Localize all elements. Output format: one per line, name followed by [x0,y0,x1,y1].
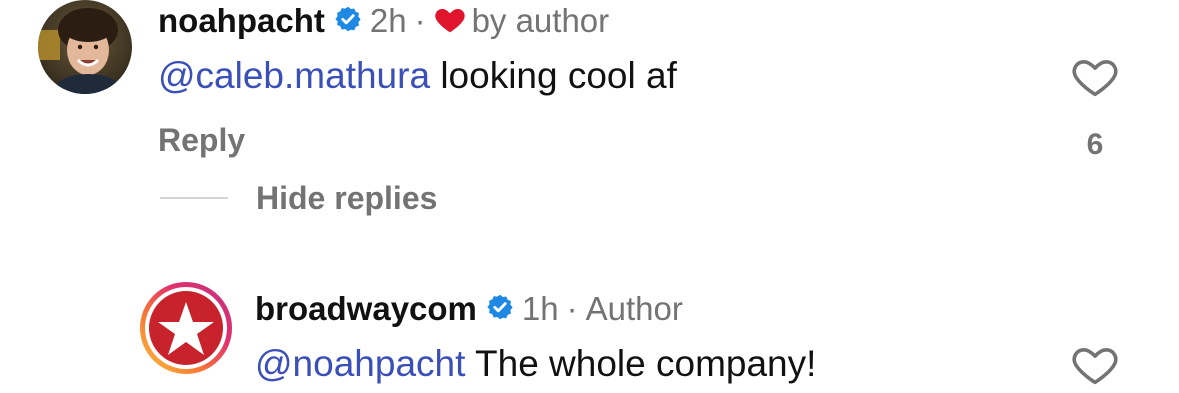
comment-body: @noahpacht The whole company! [255,343,816,385]
verified-badge-icon [334,5,362,38]
thread-line [160,197,228,199]
avatar-photo [38,0,132,94]
like-button[interactable] [1071,342,1119,390]
comment-body: @caleb.mathura looking cool af [158,55,677,97]
mention-link[interactable]: @noahpacht [255,343,465,384]
comment-header: noahpacht 2h · by author [158,0,609,42]
heart-filled-icon [434,4,466,39]
verified-badge-icon [486,293,514,326]
hide-replies-label: Hide replies [256,179,438,216]
timestamp: 2h [369,2,407,39]
comment-header: broadwaycom 1h · Author [255,288,683,330]
star-logo-icon [158,302,214,355]
timestamp: 1h [521,290,559,327]
reply-button[interactable]: Reply [158,122,245,159]
comment-text: The whole company! [475,343,817,384]
mention-link[interactable]: @caleb.mathura [158,55,430,96]
username[interactable]: noahpacht [158,2,325,40]
comment-noahpacht: noahpacht 2h · by author @caleb.mathura … [0,0,1179,230]
liked-by-author-label: by author [471,2,610,39]
avatar[interactable] [138,280,234,376]
avatar[interactable] [38,0,132,94]
separator-dot: · [566,290,578,327]
like-count[interactable]: 6 [1071,128,1119,162]
heart-outline-icon [1072,60,1118,97]
author-label: Author [585,290,683,327]
hide-replies-toggle[interactable]: Hide replies [160,178,437,218]
comment-text: looking cool af [440,55,677,96]
comment-broadwaycom: broadwaycom 1h · Author @noahpacht The w… [0,280,1179,393]
like-button[interactable] [1071,54,1119,102]
separator-dot: · [414,2,426,39]
heart-outline-icon [1072,348,1118,385]
username[interactable]: broadwaycom [255,290,477,328]
